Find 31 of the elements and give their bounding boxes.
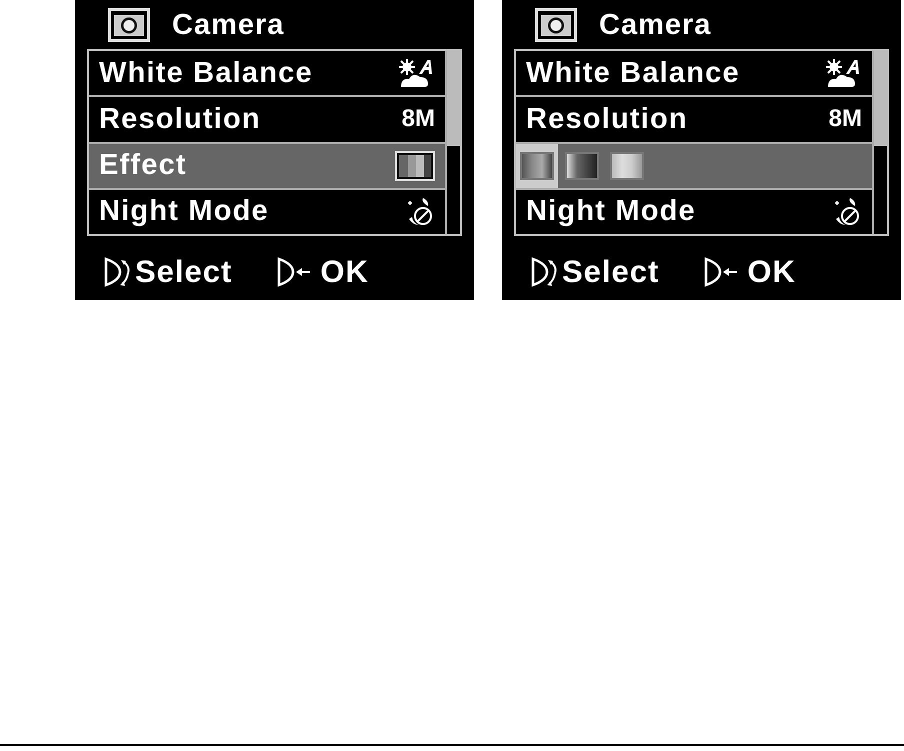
key-hint: Select bbox=[135, 254, 232, 290]
key-hint: Select bbox=[562, 254, 660, 290]
effect-option[interactable] bbox=[516, 144, 558, 188]
scroll-bar[interactable] bbox=[445, 51, 460, 234]
menu-item[interactable]: Night Mode bbox=[89, 190, 445, 234]
key-hint: OK bbox=[747, 254, 796, 290]
key-hint: OK bbox=[320, 254, 369, 290]
menu-item[interactable]: White Balance bbox=[89, 51, 445, 98]
moon-off-icon bbox=[405, 196, 435, 227]
item-label: Resolution bbox=[526, 102, 688, 136]
screen-title: Camera bbox=[599, 8, 712, 42]
effect-icon bbox=[395, 150, 435, 181]
item-label: Resolution bbox=[99, 102, 261, 136]
scroll-bar[interactable] bbox=[872, 51, 887, 234]
item-value: 8M bbox=[828, 105, 862, 134]
screen-title: Camera bbox=[172, 8, 284, 42]
camera-icon bbox=[108, 8, 150, 42]
item-label: White Balance bbox=[99, 56, 313, 90]
menu-item[interactable]: Effect bbox=[89, 144, 445, 190]
item-value: 8M bbox=[402, 105, 435, 134]
camera-icon bbox=[535, 8, 577, 42]
menu-item[interactable] bbox=[516, 144, 872, 190]
item-label: Night Mode bbox=[526, 195, 696, 228]
menu-item[interactable]: Night Mode bbox=[516, 190, 872, 234]
item-label: Night Mode bbox=[99, 195, 269, 228]
item-label: Effect bbox=[99, 149, 187, 182]
moon-off-icon bbox=[832, 196, 862, 227]
menu-item[interactable]: White Balance bbox=[516, 51, 872, 98]
sun-cloud-icon bbox=[397, 57, 435, 90]
item-label: White Balance bbox=[526, 56, 740, 90]
sun-cloud-icon bbox=[824, 57, 862, 90]
